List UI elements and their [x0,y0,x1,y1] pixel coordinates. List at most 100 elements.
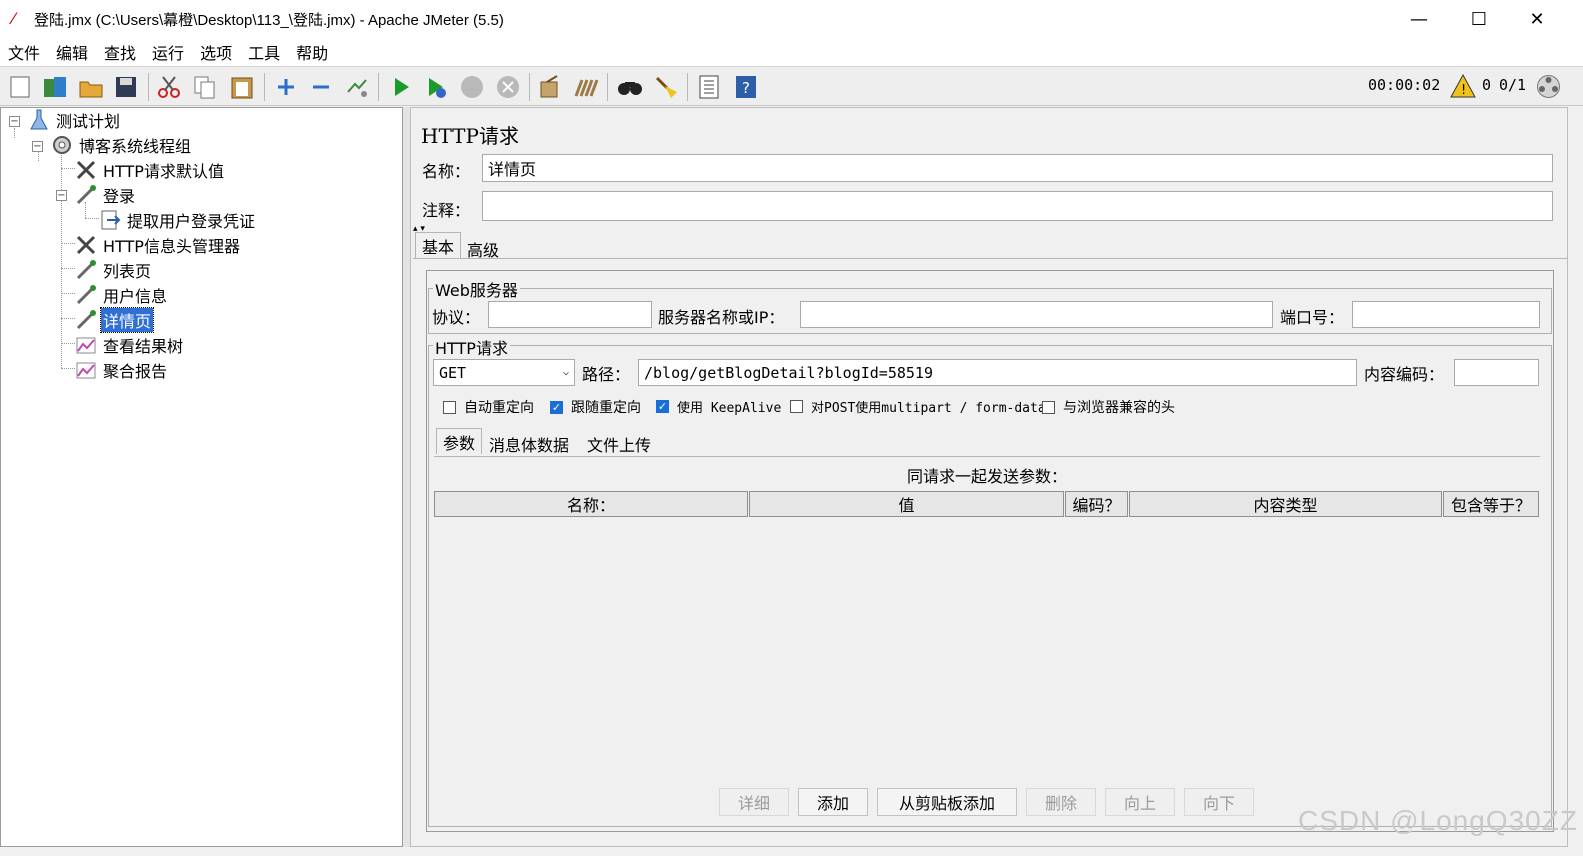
auto-redirect-checkbox[interactable]: 自动重定向 [443,397,534,417]
new-button[interactable] [5,72,35,102]
multipart-checkbox[interactable]: 对POST使用multipart / form-data [790,397,1046,416]
clear-button[interactable] [535,72,565,102]
tree-line [61,243,75,244]
comment-field[interactable] [482,191,1553,221]
extractor-icon [99,209,121,231]
templates-button[interactable] [40,72,70,102]
name-field[interactable]: 详情页 [482,154,1553,182]
thread-count: 0/1 [1499,76,1527,94]
search-icon [618,82,642,95]
start-no-pause-button[interactable] [421,72,451,102]
menu-bar: 文件 编辑 查找 运行 选项 工具 帮助 [0,38,1583,66]
tree-node-header-manager[interactable]: HTTP信息头管理器 [75,233,242,257]
expand-button[interactable] [271,72,301,102]
tree-node-http-defaults[interactable]: HTTP请求默认值 [75,158,226,182]
shutdown-button[interactable] [493,72,523,102]
collapse-toggle[interactable]: − [32,141,43,152]
collapse-button[interactable] [306,72,336,102]
menu-run[interactable]: 运行 [152,40,184,64]
warning-icon[interactable]: ! [1450,73,1476,99]
keepalive-checkbox[interactable]: ✓ 使用 KeepAlive [656,397,781,416]
column-header-value[interactable]: 值 [749,491,1064,517]
browser-compatible-headers-checkbox[interactable]: 与浏览器兼容的头 [1042,397,1175,417]
tree-node-extractor[interactable]: 提取用户登录凭证 [99,208,257,232]
open-button[interactable] [76,72,106,102]
sampler-icon [75,184,97,206]
column-header-content-type[interactable]: 内容类型 [1129,491,1442,517]
move-down-button[interactable]: 向下 [1184,788,1254,816]
split-pane-divider[interactable] [403,107,410,847]
column-header-encode[interactable]: 编码？ [1065,491,1128,517]
column-header-include-equals[interactable]: 包含等于？ [1443,491,1539,517]
cut-button[interactable] [154,72,184,102]
parameters-table-body[interactable] [434,518,1540,788]
tab-underline [413,258,1567,259]
column-header-name[interactable]: 名称： [434,491,748,517]
delete-button[interactable]: 删除 [1026,788,1096,816]
copy-button[interactable] [190,72,220,102]
method-select[interactable]: GET ⌵ [433,359,575,386]
csdn-watermark: CSDN @LongQ30ZZ [1298,805,1578,836]
menu-options[interactable]: 选项 [200,40,232,64]
menu-file[interactable]: 文件 [8,40,40,64]
move-up-button[interactable]: 向上 [1105,788,1175,816]
maximize-icon: ☐ [1470,8,1488,30]
toggle-button[interactable] [342,72,372,102]
port-field[interactable] [1352,301,1540,328]
tree-node-aggregate-report[interactable]: 聚合报告 [75,358,169,382]
window-title: 登陆.jmx (C:\Users\幕橙\Desktop\113_\登陆.jmx)… [34,11,504,29]
chevron-down-icon: ⌵ [562,367,569,378]
close-button[interactable]: ✕ [1508,0,1566,38]
add-from-clipboard-button[interactable]: 从剪贴板添加 [877,788,1017,816]
thread-group-icon [51,134,73,156]
tree-line [61,152,62,368]
listener-icon [75,334,97,356]
paste-button[interactable] [227,72,257,102]
tree-node-result-tree[interactable]: 查看结果树 [75,333,185,357]
menu-search[interactable]: 查找 [104,40,136,64]
collapse-toggle[interactable]: − [9,116,20,127]
collapse-toggle[interactable]: − [56,190,67,201]
shutdown-icon [497,76,519,98]
path-field[interactable]: /blog/getBlogDetail?blogId=58519 [638,359,1357,386]
stop-button[interactable] [457,72,487,102]
save-button[interactable] [111,72,141,102]
server-field[interactable] [800,301,1273,328]
tree-node-thread-group[interactable]: 博客系统线程组 [51,133,193,157]
listener-icon [75,359,97,381]
elapsed-timer: 00:00:02 [1368,76,1441,94]
clear-all-button[interactable] [571,72,601,102]
tab-parameters[interactable]: 参数 [436,428,483,454]
minimize-button[interactable]: — [1390,0,1448,38]
tab-file-upload[interactable]: 文件上传 [581,431,657,457]
save-icon [116,77,136,97]
tree-node-detail-page[interactable]: 详情页 [75,307,155,333]
maximize-button[interactable]: ☐ [1450,0,1508,38]
tab-body-data[interactable]: 消息体数据 [483,431,575,457]
add-button[interactable]: 添加 [798,788,868,816]
start-button[interactable] [386,72,416,102]
follow-redirect-checkbox[interactable]: ✓ 跟随重定向 [550,397,641,417]
tree-line [61,168,75,169]
port-label: 端口号： [1280,308,1345,327]
title-bar: ⁄ 登陆.jmx (C:\Users\幕橙\Desktop\113_\登陆.jm… [0,0,1583,38]
protocol-field[interactable] [488,301,652,328]
help-button[interactable]: ? [731,72,761,102]
tree-node-user-info[interactable]: 用户信息 [75,283,169,307]
panel-title: HTTP请求 [421,124,519,148]
sampler-icon [75,284,97,306]
encoding-field[interactable] [1454,359,1539,386]
tree-node-test-plan[interactable]: 测试计划 [28,108,122,132]
search-button[interactable] [615,72,645,102]
menu-tools[interactable]: 工具 [248,40,280,64]
reset-search-button[interactable] [651,72,681,102]
menu-edit[interactable]: 编辑 [56,40,88,64]
test-plan-tree[interactable]: − − − 测试计划 博客系统线程组 HTTP请求默认值 登录 提取用户登录凭证… [0,107,403,847]
tree-node-login[interactable]: 登录 [75,183,137,207]
tab-advanced[interactable]: 高级 [461,236,505,262]
tab-basic[interactable]: 基本 [415,232,462,258]
tree-node-list-page[interactable]: 列表页 [75,258,153,282]
detail-button[interactable]: 详细 [719,788,789,816]
function-helper-button[interactable] [694,72,724,102]
menu-help[interactable]: 帮助 [296,40,328,64]
